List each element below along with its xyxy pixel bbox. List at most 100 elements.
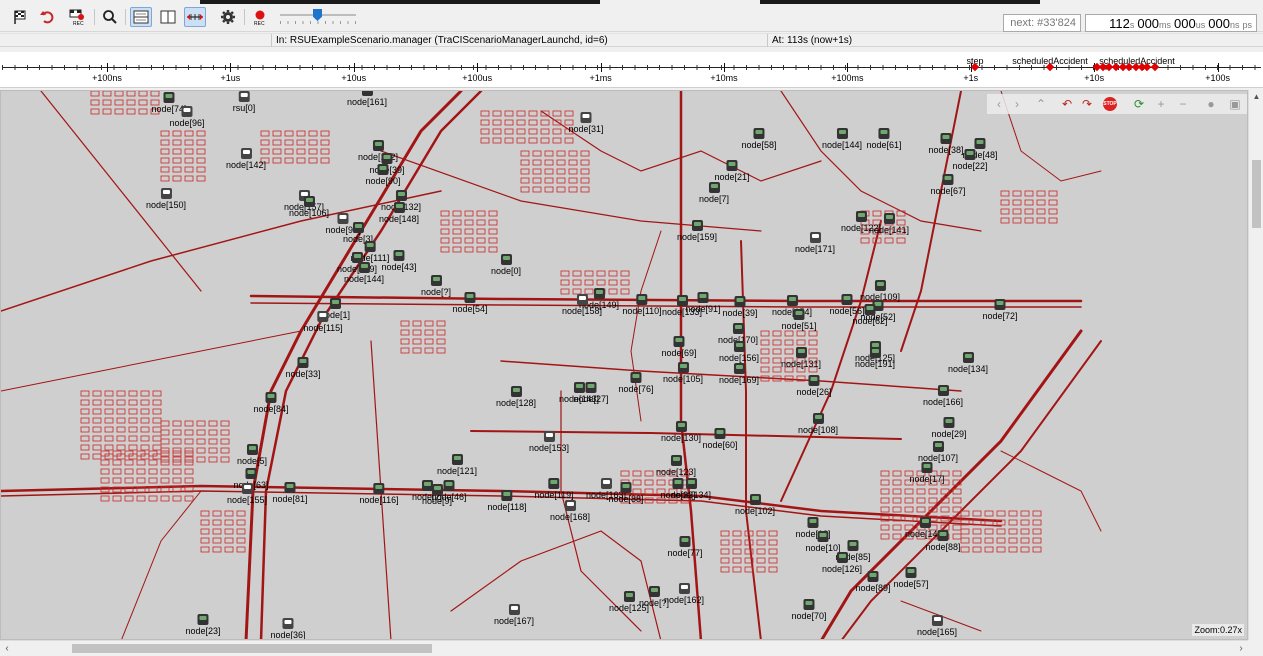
vehicle-node[interactable]: node[105]: [663, 362, 703, 384]
vehicle-node[interactable]: node[128]: [496, 386, 536, 408]
horizontal-scrollbar[interactable]: ‹ ›: [0, 640, 1248, 655]
vehicle-node[interactable]: node[21]: [714, 160, 750, 182]
vehicle-node[interactable]: node[70]: [791, 599, 827, 621]
vehicle-node[interactable]: node[39]: [722, 296, 758, 318]
vehicle-node[interactable]: node[169]: [719, 363, 759, 385]
vehicle-node[interactable]: node[60]: [702, 428, 738, 450]
timeline[interactable]: +100ns +1us +10us +100us +1ms +10ms +100ms +1s +…: [0, 52, 1263, 88]
vehicle-node[interactable]: node[90]: [365, 164, 401, 186]
vertical-scroll-thumb[interactable]: [1252, 160, 1261, 228]
record-event-log-icon[interactable]: REC: [66, 7, 88, 27]
finish-icon[interactable]: [9, 7, 31, 27]
gear-icon[interactable]: [217, 7, 239, 27]
horizontal-scroll-thumb[interactable]: [72, 644, 432, 653]
vehicle-node[interactable]: node[26]: [796, 375, 832, 397]
vehicle-node[interactable]: node[118]: [487, 490, 527, 512]
vehicle-node[interactable]: node[36]: [270, 618, 306, 639]
vehicle-node[interactable]: node[106]: [289, 196, 329, 218]
vehicle-node[interactable]: node[81]: [272, 482, 308, 504]
vehicle-node[interactable]: node[27]: [573, 382, 609, 404]
forward-arrow-icon[interactable]: ›: [1009, 96, 1025, 112]
vehicle-node[interactable]: node[162]: [664, 583, 704, 605]
vehicle-node[interactable]: node[107]: [918, 441, 958, 463]
network-canvas[interactable]: rsu[0] node[161] node[74] node[96] node[31] n…: [0, 90, 1248, 640]
vertical-scrollbar[interactable]: ▲: [1248, 90, 1263, 640]
zoom-in-icon[interactable]: +: [1153, 96, 1169, 112]
vehicle-node[interactable]: node[62]: [852, 304, 888, 326]
layers-icon[interactable]: ●: [1203, 96, 1219, 112]
vehicle-node[interactable]: node[116]: [359, 483, 399, 505]
vehicle-node[interactable]: node[153]: [529, 431, 569, 453]
slider-thumb[interactable]: [313, 9, 322, 21]
vehicle-node[interactable]: node[58]: [741, 128, 777, 150]
vehicle-node[interactable]: node[161]: [347, 91, 387, 107]
vehicle-node[interactable]: node[67]: [930, 174, 966, 196]
rebuild-network-icon[interactable]: [36, 7, 58, 27]
vehicle-node[interactable]: node[134]: [671, 478, 711, 500]
vehicle-node[interactable]: node[0]: [491, 254, 521, 276]
vehicle-node[interactable]: node[134]: [948, 352, 988, 374]
vehicle-node[interactable]: node[23]: [185, 614, 221, 636]
split-vertical-icon[interactable]: [157, 7, 179, 27]
find-icon[interactable]: [99, 7, 121, 27]
scroll-left-icon[interactable]: ‹: [0, 641, 14, 656]
vehicle-node[interactable]: node[31]: [568, 112, 604, 134]
vehicle-node[interactable]: node[22]: [952, 149, 988, 171]
scroll-right-icon[interactable]: ›: [1234, 641, 1248, 656]
vehicle-node[interactable]: node[130]: [661, 421, 701, 443]
stop-icon[interactable]: STOP: [1103, 97, 1117, 111]
up-arrow-icon[interactable]: ⌃: [1033, 96, 1049, 112]
vehicle-node[interactable]: node[144]: [344, 262, 384, 284]
vehicle-node[interactable]: node[150]: [146, 188, 186, 210]
vehicle-node[interactable]: node[141]: [869, 213, 909, 235]
record-video-icon[interactable]: REC: [249, 7, 271, 27]
split-horizontal-icon[interactable]: [130, 7, 152, 27]
vehicle-node[interactable]: node[109]: [860, 280, 900, 302]
vehicle-node[interactable]: node[54]: [452, 292, 488, 314]
vehicle-node[interactable]: node[7]: [699, 182, 729, 204]
vehicle-node[interactable]: node[88]: [925, 530, 961, 552]
vehicle-node[interactable]: node[5]: [237, 444, 267, 466]
animation-speed-slider[interactable]: [280, 9, 356, 26]
vehicle-node[interactable]: node[88]: [608, 482, 644, 504]
vehicle-node[interactable]: node[72]: [982, 299, 1018, 321]
redo-icon[interactable]: ↷: [1079, 96, 1095, 112]
vehicle-node[interactable]: node[142]: [226, 148, 266, 170]
vehicle-node[interactable]: node[119]: [534, 478, 574, 500]
vehicle-node[interactable]: node[171]: [795, 232, 835, 254]
timeline-icon[interactable]: [184, 7, 206, 27]
vehicle-node[interactable]: node[77]: [667, 536, 703, 558]
vehicle-node[interactable]: node[46]: [431, 480, 467, 502]
vehicle-node[interactable]: node[102]: [735, 494, 775, 516]
refresh-icon[interactable]: ⟳: [1131, 96, 1147, 112]
undo-icon[interactable]: ↶: [1059, 96, 1075, 112]
vehicle-node[interactable]: node[?]: [421, 275, 451, 297]
vehicle-node[interactable]: node[108]: [798, 413, 838, 435]
vehicle-node[interactable]: node[168]: [550, 500, 590, 522]
vehicle-node[interactable]: node[121]: [437, 454, 477, 476]
vehicle-node[interactable]: node[156]: [719, 341, 759, 363]
vehicle-node[interactable]: node[69]: [661, 336, 697, 358]
scroll-up-icon[interactable]: ▲: [1249, 90, 1263, 104]
vehicle-node[interactable]: node[131]: [781, 347, 821, 369]
vehicle-node[interactable]: node[167]: [494, 604, 534, 626]
vehicle-node[interactable]: node[43]: [381, 250, 417, 272]
vehicle-node[interactable]: node[76]: [618, 372, 654, 394]
vehicle-node[interactable]: node[51]: [781, 309, 817, 331]
vehicle-node[interactable]: node[191]: [855, 347, 895, 369]
vehicle-node[interactable]: node[84]: [253, 392, 289, 414]
vehicle-node[interactable]: node[96]: [169, 106, 205, 128]
vehicle-node[interactable]: rsu[0]: [233, 91, 255, 113]
vehicle-node[interactable]: node[33]: [285, 357, 321, 379]
vehicle-node[interactable]: node[89]: [855, 571, 891, 593]
vehicle-node[interactable]: node[91]: [685, 292, 721, 314]
vehicle-node[interactable]: node[29]: [931, 417, 967, 439]
vehicle-node[interactable]: node[159]: [677, 220, 717, 242]
vehicle-node[interactable]: node[155]: [227, 483, 267, 505]
vehicle-node[interactable]: node[61]: [866, 128, 902, 150]
vehicle-node[interactable]: node[166]: [923, 385, 963, 407]
fit-window-icon[interactable]: ▣: [1227, 96, 1243, 112]
vehicle-node[interactable]: node[144]: [822, 128, 862, 150]
vehicle-node[interactable]: node[57]: [893, 567, 929, 589]
vehicle-node[interactable]: node[158]: [562, 294, 602, 316]
